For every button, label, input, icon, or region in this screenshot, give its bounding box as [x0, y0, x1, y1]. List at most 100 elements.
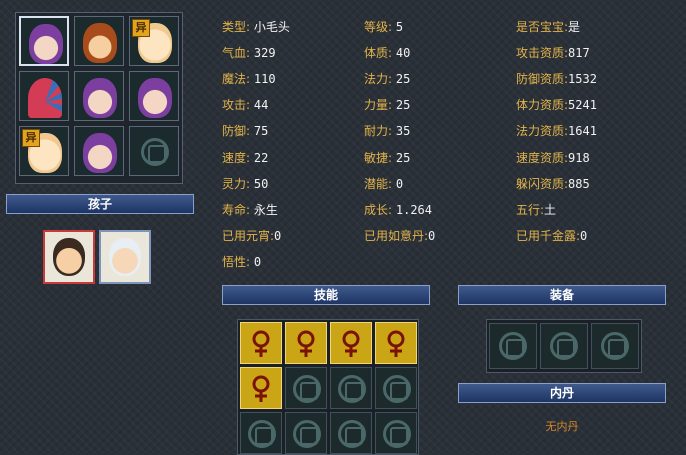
stat-agi-value: 25 — [395, 151, 411, 165]
empty-slot-emblem-icon — [383, 420, 411, 448]
skill-crab-icon — [342, 330, 360, 357]
stat-spd-value: 22 — [253, 151, 269, 165]
empty-slot-emblem-icon — [293, 420, 321, 448]
skills-title: 技能 — [313, 288, 338, 302]
portrait-slot[interactable] — [74, 16, 124, 66]
equipment-slot[interactable] — [591, 323, 639, 369]
stat-type-label: 类型: — [222, 20, 251, 34]
child-avatar-boy[interactable] — [43, 230, 95, 284]
stat-agi-label: 敏捷: — [364, 151, 393, 165]
portrait-slot[interactable] — [74, 126, 124, 176]
stat-mp: 魔法: 110 — [222, 72, 276, 86]
stat-def-value: 75 — [253, 124, 269, 138]
children-section-bar: 孩子 — [6, 194, 194, 214]
empty-skill-slot[interactable] — [285, 367, 327, 409]
skill-skeleton-icon — [297, 330, 315, 357]
portrait-slot[interactable]: 异 — [19, 126, 69, 176]
stat-spi: 灵力: 50 — [222, 177, 268, 191]
stat-spi-value: 50 — [253, 177, 269, 191]
stat-spi-label: 灵力: — [222, 177, 251, 191]
empty-skill-slot[interactable] — [330, 412, 372, 454]
empty-slot-emblem-icon — [338, 375, 366, 403]
stat-yuanxiao-value: 0 — [274, 229, 282, 243]
equipment-title: 装备 — [549, 288, 574, 302]
children-title: 孩子 — [87, 197, 112, 211]
hair-purple-portrait-icon — [83, 133, 117, 173]
stat-level-label: 等级: — [364, 20, 393, 34]
stat-growth: 成长: 1.264 — [364, 203, 432, 217]
neidan-title: 内丹 — [549, 386, 574, 400]
empty-skill-slot[interactable] — [330, 367, 372, 409]
stat-def-label: 防御: — [222, 124, 251, 138]
stat-mag-apt-value: 1641 — [568, 124, 597, 138]
empty-skill-slot[interactable] — [375, 412, 417, 454]
empty-skill-slot[interactable] — [375, 367, 417, 409]
stat-def: 防御: 75 — [222, 124, 268, 138]
stat-qianjin-value: 0 — [580, 229, 588, 243]
stat-wux-label: 悟性: — [222, 255, 251, 269]
portrait-slot[interactable] — [74, 71, 124, 121]
stat-element-label: 五行: — [516, 203, 545, 217]
stat-atk-apt: 攻击资质:817 — [516, 46, 590, 60]
hair-fire-portrait-icon — [83, 23, 117, 63]
stat-con-label: 体质: — [364, 46, 393, 60]
stat-pot: 潜能: 0 — [364, 177, 403, 191]
stat-life-label: 寿命: — [222, 203, 251, 217]
stat-dodge-apt-label: 躲闪资质: — [516, 177, 569, 191]
skill-slot[interactable] — [375, 322, 417, 364]
empty-slot-emblem-icon — [293, 375, 321, 403]
stat-atk-apt-label: 攻击资质: — [516, 46, 569, 60]
variant-badge: 异 — [132, 19, 150, 37]
stat-end-value: 35 — [395, 124, 411, 138]
stat-yuanxiao-label: 已用元宵: — [222, 229, 275, 243]
stat-life-value: 永生 — [253, 203, 278, 217]
stat-magic-value: 25 — [395, 72, 411, 86]
portrait-slot[interactable] — [129, 126, 179, 176]
neidan-section-bar: 内丹 — [458, 383, 666, 403]
stat-element-value: 土 — [544, 203, 557, 217]
equipment-slot[interactable] — [540, 323, 588, 369]
stat-dodge-apt-value: 885 — [568, 177, 590, 191]
skill-slot[interactable] — [240, 322, 282, 364]
stat-qianjin-label: 已用千金露: — [516, 229, 581, 243]
stat-sta-apt: 体力资质:5241 — [516, 98, 597, 112]
stat-ruyi: 已用如意丹:0 — [364, 229, 435, 243]
stat-ruyi-label: 已用如意丹: — [364, 229, 429, 243]
stat-level-value: 5 — [395, 20, 404, 34]
empty-slot-emblem-icon — [601, 332, 629, 360]
portrait-slot[interactable] — [19, 16, 69, 66]
stat-con: 体质: 40 — [364, 46, 410, 60]
child-avatar-oldman[interactable] — [99, 230, 151, 284]
oldman-face-icon — [109, 238, 141, 276]
stat-life: 寿命: 永生 — [222, 203, 278, 217]
stat-str-value: 25 — [395, 98, 411, 112]
stat-spd: 速度: 22 — [222, 151, 268, 165]
variant-badge: 异 — [22, 129, 40, 147]
stat-atk-label: 攻击: — [222, 98, 251, 112]
stat-magic-label: 法力: — [364, 72, 393, 86]
hair-purple-portrait-icon — [29, 24, 63, 64]
skill-slot[interactable] — [240, 367, 282, 409]
empty-slot-emblem-icon — [499, 332, 527, 360]
stat-def-apt-label: 防御资质: — [516, 72, 569, 86]
stat-atk-apt-value: 817 — [568, 46, 590, 60]
portrait-slot[interactable] — [129, 71, 179, 121]
stat-wux: 悟性: 0 — [222, 255, 261, 269]
portrait-slot[interactable]: 异 — [129, 16, 179, 66]
stat-sta-apt-value: 5241 — [568, 98, 597, 112]
stat-spd-apt-value: 918 — [568, 151, 590, 165]
stat-is-baby-value: 是 — [568, 20, 581, 34]
empty-skill-slot[interactable] — [285, 412, 327, 454]
empty-skill-slot[interactable] — [240, 412, 282, 454]
stat-def-apt: 防御资质:1532 — [516, 72, 597, 86]
skill-cat-icon — [387, 330, 405, 357]
umbrella-portrait-icon — [28, 78, 62, 118]
skill-slot[interactable] — [330, 322, 372, 364]
skill-slot[interactable] — [285, 322, 327, 364]
portrait-slot[interactable] — [19, 71, 69, 121]
stat-is-baby-label: 是否宝宝: — [516, 20, 569, 34]
stat-mp-value: 110 — [253, 72, 276, 86]
stat-element: 五行:土 — [516, 203, 556, 217]
equipment-slot[interactable] — [489, 323, 537, 369]
stat-atk: 攻击: 44 — [222, 98, 268, 112]
